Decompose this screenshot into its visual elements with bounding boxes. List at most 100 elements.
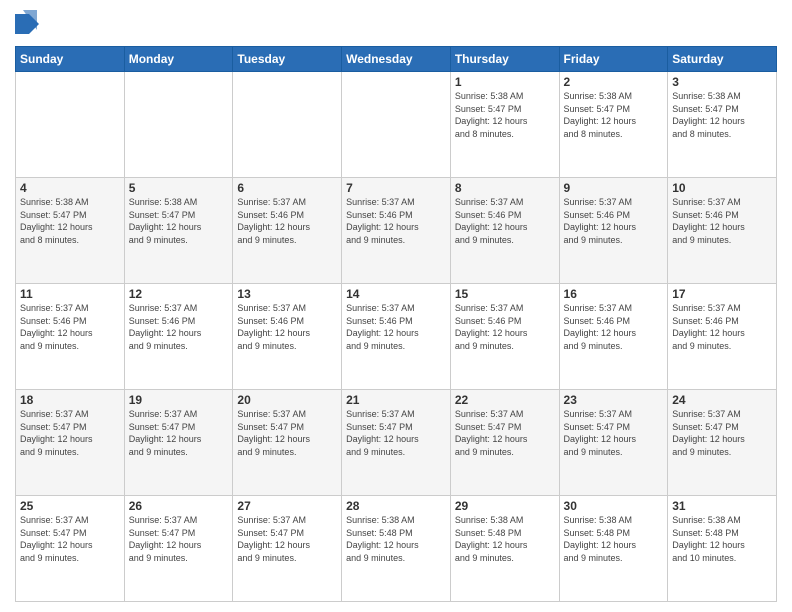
day-number: 3 — [672, 75, 772, 89]
day-number: 14 — [346, 287, 446, 301]
day-cell: 6Sunrise: 5:37 AM Sunset: 5:46 PM Daylig… — [233, 178, 342, 284]
day-info: Sunrise: 5:37 AM Sunset: 5:46 PM Dayligh… — [237, 302, 337, 352]
day-cell: 15Sunrise: 5:37 AM Sunset: 5:46 PM Dayli… — [450, 284, 559, 390]
calendar-table: SundayMondayTuesdayWednesdayThursdayFrid… — [15, 46, 777, 602]
day-cell: 12Sunrise: 5:37 AM Sunset: 5:46 PM Dayli… — [124, 284, 233, 390]
day-number: 5 — [129, 181, 229, 195]
day-info: Sunrise: 5:37 AM Sunset: 5:47 PM Dayligh… — [564, 408, 664, 458]
day-number: 7 — [346, 181, 446, 195]
day-info: Sunrise: 5:37 AM Sunset: 5:46 PM Dayligh… — [455, 302, 555, 352]
day-cell: 13Sunrise: 5:37 AM Sunset: 5:46 PM Dayli… — [233, 284, 342, 390]
header — [15, 10, 777, 38]
header-monday: Monday — [124, 47, 233, 72]
day-cell: 25Sunrise: 5:37 AM Sunset: 5:47 PM Dayli… — [16, 496, 125, 602]
logo — [15, 10, 45, 38]
day-info: Sunrise: 5:37 AM Sunset: 5:46 PM Dayligh… — [346, 302, 446, 352]
header-tuesday: Tuesday — [233, 47, 342, 72]
day-cell: 29Sunrise: 5:38 AM Sunset: 5:48 PM Dayli… — [450, 496, 559, 602]
day-cell: 31Sunrise: 5:38 AM Sunset: 5:48 PM Dayli… — [668, 496, 777, 602]
day-cell: 24Sunrise: 5:37 AM Sunset: 5:47 PM Dayli… — [668, 390, 777, 496]
day-info: Sunrise: 5:38 AM Sunset: 5:47 PM Dayligh… — [455, 90, 555, 140]
day-cell: 2Sunrise: 5:38 AM Sunset: 5:47 PM Daylig… — [559, 72, 668, 178]
day-cell: 17Sunrise: 5:37 AM Sunset: 5:46 PM Dayli… — [668, 284, 777, 390]
day-info: Sunrise: 5:37 AM Sunset: 5:46 PM Dayligh… — [564, 302, 664, 352]
day-cell: 18Sunrise: 5:37 AM Sunset: 5:47 PM Dayli… — [16, 390, 125, 496]
day-cell: 1Sunrise: 5:38 AM Sunset: 5:47 PM Daylig… — [450, 72, 559, 178]
day-info: Sunrise: 5:37 AM Sunset: 5:46 PM Dayligh… — [564, 196, 664, 246]
day-cell: 16Sunrise: 5:37 AM Sunset: 5:46 PM Dayli… — [559, 284, 668, 390]
day-cell: 22Sunrise: 5:37 AM Sunset: 5:47 PM Dayli… — [450, 390, 559, 496]
day-info: Sunrise: 5:37 AM Sunset: 5:46 PM Dayligh… — [129, 302, 229, 352]
day-number: 1 — [455, 75, 555, 89]
day-number: 30 — [564, 499, 664, 513]
day-info: Sunrise: 5:38 AM Sunset: 5:48 PM Dayligh… — [346, 514, 446, 564]
week-row-1: 1Sunrise: 5:38 AM Sunset: 5:47 PM Daylig… — [16, 72, 777, 178]
day-number: 17 — [672, 287, 772, 301]
day-info: Sunrise: 5:37 AM Sunset: 5:47 PM Dayligh… — [129, 514, 229, 564]
day-cell: 19Sunrise: 5:37 AM Sunset: 5:47 PM Dayli… — [124, 390, 233, 496]
day-number: 25 — [20, 499, 120, 513]
header-thursday: Thursday — [450, 47, 559, 72]
day-info: Sunrise: 5:37 AM Sunset: 5:47 PM Dayligh… — [20, 408, 120, 458]
day-cell: 23Sunrise: 5:37 AM Sunset: 5:47 PM Dayli… — [559, 390, 668, 496]
day-cell: 21Sunrise: 5:37 AM Sunset: 5:47 PM Dayli… — [342, 390, 451, 496]
day-number: 26 — [129, 499, 229, 513]
day-info: Sunrise: 5:37 AM Sunset: 5:47 PM Dayligh… — [237, 514, 337, 564]
day-number: 4 — [20, 181, 120, 195]
day-number: 6 — [237, 181, 337, 195]
page: SundayMondayTuesdayWednesdayThursdayFrid… — [0, 0, 792, 612]
day-number: 12 — [129, 287, 229, 301]
day-cell: 28Sunrise: 5:38 AM Sunset: 5:48 PM Dayli… — [342, 496, 451, 602]
day-number: 11 — [20, 287, 120, 301]
day-info: Sunrise: 5:37 AM Sunset: 5:46 PM Dayligh… — [455, 196, 555, 246]
day-info: Sunrise: 5:37 AM Sunset: 5:46 PM Dayligh… — [672, 196, 772, 246]
day-number: 29 — [455, 499, 555, 513]
day-number: 31 — [672, 499, 772, 513]
day-info: Sunrise: 5:37 AM Sunset: 5:46 PM Dayligh… — [672, 302, 772, 352]
day-info: Sunrise: 5:38 AM Sunset: 5:47 PM Dayligh… — [564, 90, 664, 140]
header-friday: Friday — [559, 47, 668, 72]
day-number: 19 — [129, 393, 229, 407]
day-info: Sunrise: 5:38 AM Sunset: 5:48 PM Dayligh… — [455, 514, 555, 564]
day-number: 22 — [455, 393, 555, 407]
day-number: 18 — [20, 393, 120, 407]
day-info: Sunrise: 5:37 AM Sunset: 5:46 PM Dayligh… — [20, 302, 120, 352]
day-cell: 8Sunrise: 5:37 AM Sunset: 5:46 PM Daylig… — [450, 178, 559, 284]
day-cell: 27Sunrise: 5:37 AM Sunset: 5:47 PM Dayli… — [233, 496, 342, 602]
day-info: Sunrise: 5:37 AM Sunset: 5:47 PM Dayligh… — [346, 408, 446, 458]
day-number: 2 — [564, 75, 664, 89]
day-info: Sunrise: 5:37 AM Sunset: 5:47 PM Dayligh… — [237, 408, 337, 458]
day-cell — [124, 72, 233, 178]
day-number: 21 — [346, 393, 446, 407]
day-number: 27 — [237, 499, 337, 513]
day-cell: 4Sunrise: 5:38 AM Sunset: 5:47 PM Daylig… — [16, 178, 125, 284]
day-info: Sunrise: 5:37 AM Sunset: 5:47 PM Dayligh… — [672, 408, 772, 458]
header-wednesday: Wednesday — [342, 47, 451, 72]
logo-icon — [15, 10, 39, 38]
day-info: Sunrise: 5:38 AM Sunset: 5:47 PM Dayligh… — [20, 196, 120, 246]
day-cell: 3Sunrise: 5:38 AM Sunset: 5:47 PM Daylig… — [668, 72, 777, 178]
day-cell: 10Sunrise: 5:37 AM Sunset: 5:46 PM Dayli… — [668, 178, 777, 284]
day-number: 28 — [346, 499, 446, 513]
day-info: Sunrise: 5:38 AM Sunset: 5:48 PM Dayligh… — [564, 514, 664, 564]
day-info: Sunrise: 5:38 AM Sunset: 5:48 PM Dayligh… — [672, 514, 772, 564]
week-row-5: 25Sunrise: 5:37 AM Sunset: 5:47 PM Dayli… — [16, 496, 777, 602]
day-info: Sunrise: 5:37 AM Sunset: 5:47 PM Dayligh… — [20, 514, 120, 564]
calendar-header-row: SundayMondayTuesdayWednesdayThursdayFrid… — [16, 47, 777, 72]
day-number: 15 — [455, 287, 555, 301]
day-info: Sunrise: 5:38 AM Sunset: 5:47 PM Dayligh… — [129, 196, 229, 246]
week-row-3: 11Sunrise: 5:37 AM Sunset: 5:46 PM Dayli… — [16, 284, 777, 390]
day-cell: 20Sunrise: 5:37 AM Sunset: 5:47 PM Dayli… — [233, 390, 342, 496]
day-info: Sunrise: 5:37 AM Sunset: 5:47 PM Dayligh… — [129, 408, 229, 458]
day-cell: 14Sunrise: 5:37 AM Sunset: 5:46 PM Dayli… — [342, 284, 451, 390]
header-sunday: Sunday — [16, 47, 125, 72]
week-row-2: 4Sunrise: 5:38 AM Sunset: 5:47 PM Daylig… — [16, 178, 777, 284]
day-number: 8 — [455, 181, 555, 195]
day-cell: 7Sunrise: 5:37 AM Sunset: 5:46 PM Daylig… — [342, 178, 451, 284]
day-cell: 26Sunrise: 5:37 AM Sunset: 5:47 PM Dayli… — [124, 496, 233, 602]
day-number: 10 — [672, 181, 772, 195]
day-number: 23 — [564, 393, 664, 407]
day-cell: 30Sunrise: 5:38 AM Sunset: 5:48 PM Dayli… — [559, 496, 668, 602]
day-cell — [342, 72, 451, 178]
day-cell: 11Sunrise: 5:37 AM Sunset: 5:46 PM Dayli… — [16, 284, 125, 390]
